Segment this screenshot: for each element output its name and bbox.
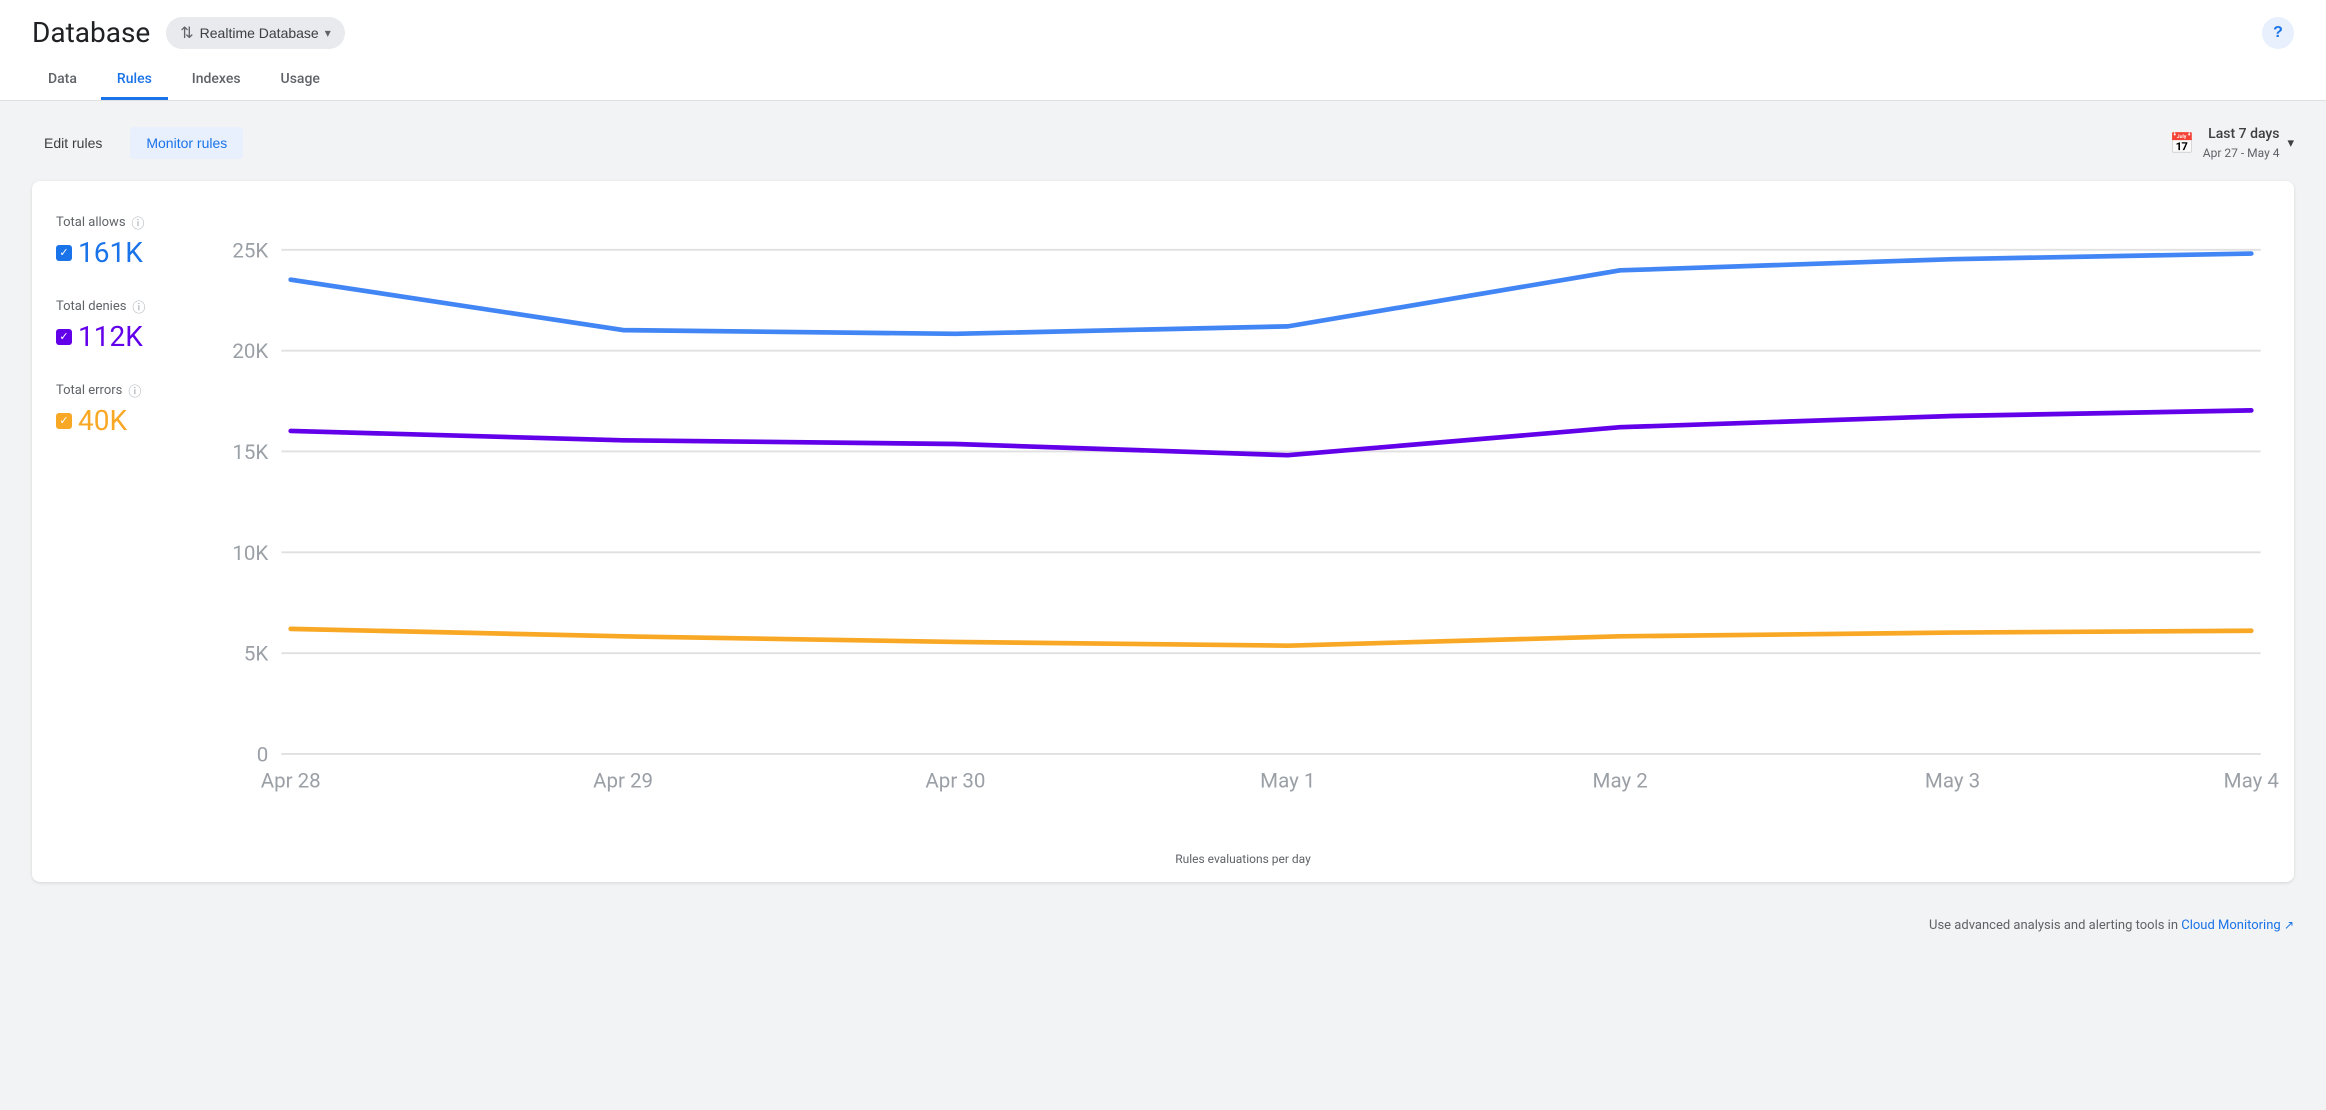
footer-note: Use advanced analysis and alerting tools… [0,906,2326,941]
tab-usage[interactable]: Usage [265,61,336,100]
chart-footer-label: Rules evaluations per day [216,852,2270,866]
svg-text:25K: 25K [232,240,268,264]
page-title: Database [32,16,150,49]
legend-denies-value: ✓ 112K [56,320,200,353]
svg-text:May 3: May 3 [1925,770,1980,794]
db-icon: ⇅ [180,23,193,43]
chart-svg: 25K 20K 15K 10K 5K 0 [216,205,2270,840]
denies-help-icon[interactable]: ⓘ [132,297,145,316]
errors-label-text: Total errors [56,383,122,398]
db-selector-button[interactable]: ⇅ Realtime Database ▾ [166,17,345,49]
legend-allows-value: ✓ 161K [56,236,200,269]
allows-help-icon[interactable]: ⓘ [132,213,145,232]
allows-label-text: Total allows [56,215,126,230]
svg-text:Apr 29: Apr 29 [593,770,653,794]
footer-note-text: Use advanced analysis and alerting tools… [1929,918,2178,933]
header-top: Database ⇅ Realtime Database ▾ ? [32,16,2294,61]
edit-rules-button[interactable]: Edit rules [32,127,114,159]
date-selector[interactable]: 📅 Last 7 days Apr 27 - May 4 ▾ [2170,125,2294,161]
toolbar: Edit rules Monitor rules 📅 Last 7 days A… [32,125,2294,161]
svg-text:May 1: May 1 [1260,770,1315,794]
legend-denies: Total denies ⓘ ✓ 112K [56,297,200,353]
cloud-monitoring-link[interactable]: Cloud Monitoring ↗ [2181,918,2294,933]
legend-allows-label: Total allows ⓘ [56,213,200,232]
help-label: ? [2273,24,2283,42]
external-link-icon: ↗ [2284,918,2294,932]
svg-text:10K: 10K [232,542,268,566]
chart-area: 25K 20K 15K 10K 5K 0 [216,205,2270,866]
help-button[interactable]: ? [2262,17,2294,49]
main-content: Edit rules Monitor rules 📅 Last 7 days A… [0,101,2326,906]
svg-text:5K: 5K [244,643,269,667]
svg-text:May 4: May 4 [2224,770,2280,794]
svg-text:0: 0 [257,744,269,768]
date-range-sub: Apr 27 - May 4 [2203,145,2280,162]
tab-indexes[interactable]: Indexes [176,61,257,100]
tab-data[interactable]: Data [32,61,93,100]
date-text: Last 7 days Apr 27 - May 4 [2203,125,2280,161]
legend-errors-value: ✓ 40K [56,404,200,437]
legend-errors: Total errors ⓘ ✓ 40K [56,381,200,437]
chart-layout: Total allows ⓘ ✓ 161K Total denies ⓘ ✓ [56,205,2270,866]
svg-text:15K: 15K [232,441,268,465]
page-header: Database ⇅ Realtime Database ▾ ? Data Ru… [0,0,2326,101]
date-chevron-icon: ▾ [2287,136,2294,151]
allows-checkbox[interactable]: ✓ [56,245,72,261]
errors-checkbox[interactable]: ✓ [56,413,72,429]
tab-nav: Data Rules Indexes Usage [32,61,2294,100]
denies-label-text: Total denies [56,299,126,314]
chart-legend: Total allows ⓘ ✓ 161K Total denies ⓘ ✓ [56,205,216,866]
db-selector-label: Realtime Database [200,25,319,41]
legend-allows: Total allows ⓘ ✓ 161K [56,213,200,269]
calendar-icon: 📅 [2170,131,2195,155]
chart-card: Total allows ⓘ ✓ 161K Total denies ⓘ ✓ [32,181,2294,882]
date-range-main: Last 7 days [2203,125,2280,145]
svg-text:Apr 30: Apr 30 [925,770,985,794]
svg-text:Apr 28: Apr 28 [261,770,321,794]
monitor-rules-button[interactable]: Monitor rules [130,127,243,159]
tab-rules[interactable]: Rules [101,61,168,100]
legend-errors-label: Total errors ⓘ [56,381,200,400]
chevron-down-icon: ▾ [325,26,331,40]
svg-text:20K: 20K [232,341,268,365]
legend-denies-label: Total denies ⓘ [56,297,200,316]
svg-text:May 2: May 2 [1593,770,1648,794]
errors-help-icon[interactable]: ⓘ [128,381,141,400]
denies-checkbox[interactable]: ✓ [56,329,72,345]
